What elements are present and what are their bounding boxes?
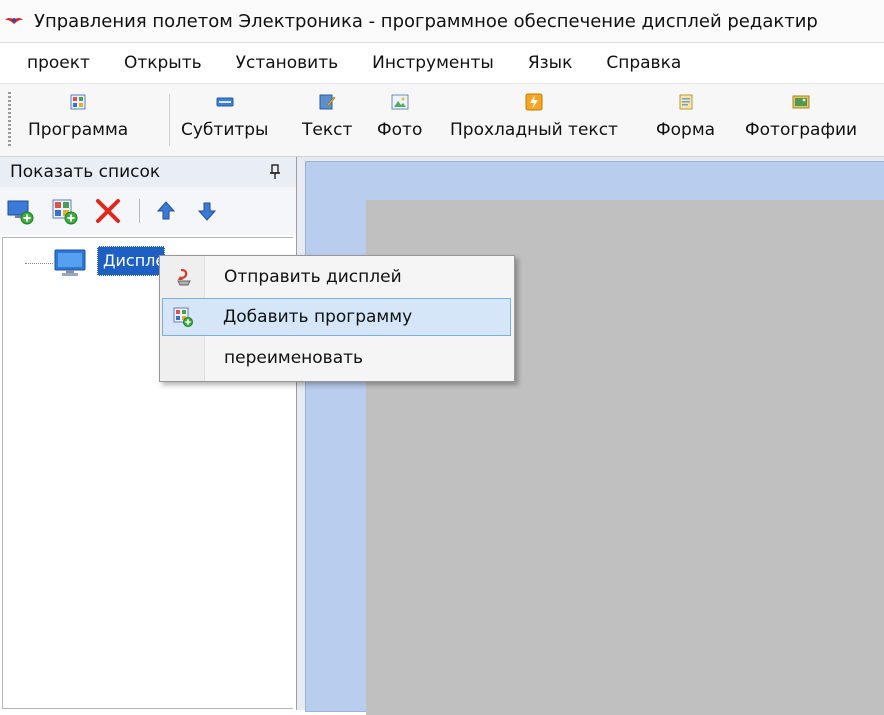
tree-item-display[interactable]: Дисплей — [97, 246, 165, 276]
move-up-icon[interactable] — [152, 197, 180, 225]
menu-project[interactable]: проект — [0, 53, 107, 73]
context-menu: Отправить дисплей Добавить программу пер… — [159, 255, 515, 382]
send-display-icon — [174, 267, 194, 287]
panel-toolbar — [0, 187, 296, 235]
form-icon — [677, 93, 695, 111]
add-program-icon[interactable] — [50, 197, 78, 225]
canvas-frame — [305, 161, 884, 715]
toolbar-photos-button[interactable]: Фотографии — [745, 90, 857, 152]
context-menu-label: Отправить дисплей — [224, 267, 402, 287]
toolbar-label: Программа — [28, 120, 129, 140]
pin-icon[interactable] — [268, 163, 282, 181]
toolbar-label: Прохладный текст — [450, 120, 618, 140]
toolbar-label: Фотографии — [745, 120, 858, 140]
context-menu-label: Добавить программу — [223, 307, 413, 327]
toolbar-label: Фото — [377, 120, 423, 140]
toolbar-separator — [169, 94, 170, 146]
photo-icon — [391, 93, 409, 111]
display-list-panel: Показать список Диспл — [0, 157, 297, 710]
toolbar-cool-text-button[interactable]: Прохладный текст — [450, 90, 618, 152]
toolbar-label: Текст — [302, 120, 353, 140]
window-title: Управления полетом Электроника - програм… — [34, 10, 818, 32]
add-program-icon — [173, 307, 193, 327]
photos-icon — [792, 93, 810, 111]
subtitles-icon — [216, 93, 234, 111]
toolbar-text-button[interactable]: Текст — [302, 90, 352, 152]
text-icon — [318, 93, 336, 111]
toolbar-photo-button[interactable]: Фото — [377, 90, 422, 152]
toolbar-subtitles-button[interactable]: Субтитры — [181, 90, 268, 152]
toolbar-form-button[interactable]: Форма — [656, 90, 715, 152]
app-logo-icon — [4, 11, 24, 31]
program-icon — [69, 93, 87, 111]
delete-icon[interactable] — [94, 197, 122, 225]
menu-language[interactable]: Язык — [511, 53, 590, 73]
context-menu-rename[interactable]: переименовать — [162, 339, 511, 377]
panel-toolbar-separator — [139, 199, 140, 223]
cool-text-icon — [525, 93, 543, 111]
monitor-icon[interactable] — [53, 248, 87, 278]
toolbar: Программа Субтитры Текст Фото Прохладный… — [0, 84, 884, 157]
panel-header: Показать список — [0, 157, 296, 188]
toolbar-label: Форма — [656, 120, 716, 140]
toolbar-program-button[interactable]: Программа — [28, 90, 128, 152]
context-menu-send-display[interactable]: Отправить дисплей — [162, 258, 511, 296]
add-display-icon[interactable] — [6, 197, 34, 225]
toolbar-grip[interactable] — [8, 92, 11, 148]
menu-settings[interactable]: Установить — [219, 53, 356, 73]
move-down-icon[interactable] — [193, 197, 221, 225]
title-bar: Управления полетом Электроника - програм… — [0, 0, 884, 43]
menu-open[interactable]: Открыть — [107, 53, 219, 73]
menu-bar: проект Открыть Установить Инструменты Яз… — [0, 43, 884, 84]
context-menu-add-program[interactable]: Добавить программу — [162, 298, 511, 336]
panel-title: Показать список — [10, 162, 161, 182]
toolbar-label: Субтитры — [181, 120, 269, 140]
tree-connector — [25, 263, 53, 264]
workspace — [297, 157, 884, 715]
menu-help[interactable]: Справка — [589, 53, 698, 73]
context-menu-label: переименовать — [224, 348, 364, 368]
menu-tools[interactable]: Инструменты — [355, 53, 511, 73]
